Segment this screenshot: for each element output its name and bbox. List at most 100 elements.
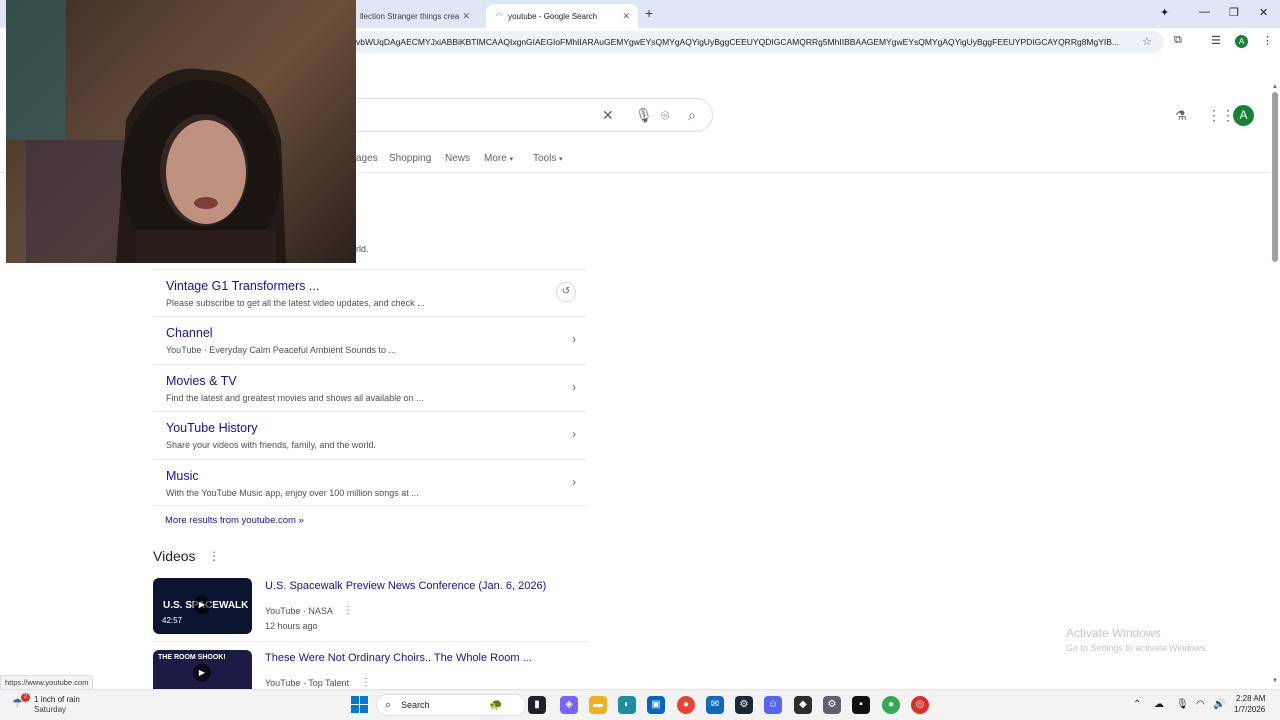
store-app-icon[interactable]: ▣ <box>647 696 665 714</box>
video-title[interactable]: These Were Not Ordinary Choirs.. The Who… <box>265 652 532 664</box>
video-thumbnail[interactable]: THE ROOM SHOOK! ▶ <box>153 650 252 689</box>
weather-summary[interactable]: 1 inch of rain <box>34 695 80 704</box>
clock-time[interactable]: 2:28 AM <box>1236 694 1265 703</box>
terminal-app-icon[interactable]: ▮ <box>528 696 546 714</box>
adobe-app-icon[interactable]: ◎ <box>911 696 929 714</box>
search-icon[interactable]: ⌕ <box>688 107 696 124</box>
start-button[interactable] <box>351 696 369 714</box>
chevron-right-icon: › <box>572 380 576 394</box>
screen: llection Stranger things crea ✕ ◠ youtub… <box>0 0 1280 720</box>
sitelink-desc: With the YouTube Music app, enjoy over 1… <box>166 488 419 498</box>
video-source: YouTube · NASA <box>265 606 333 616</box>
scroll-down-icon[interactable]: ▼ <box>1272 678 1278 684</box>
clear-icon[interactable]: ✕ <box>602 107 614 124</box>
labs-flask-icon[interactable]: ⚗ <box>1175 108 1187 124</box>
sitelink-title[interactable]: Vintage G1 Transformers ... <box>166 279 319 293</box>
sitelink-movies-tv[interactable]: Movies & TV Find the latest and greatest… <box>153 364 586 411</box>
lens-icon[interactable]: ⌾ <box>661 107 669 124</box>
chevron-down-icon: ▾ <box>559 156 563 163</box>
more-options-icon[interactable]: ⋮ <box>361 677 371 688</box>
status-bar-url: https://www.youtube.com <box>0 675 94 690</box>
copilot-app-icon[interactable]: ◈ <box>560 696 578 714</box>
wifi-icon[interactable]: ◠ <box>1196 699 1205 710</box>
steam-app-icon[interactable]: ⚙ <box>735 696 753 714</box>
more-options-icon[interactable]: ⋮ <box>343 605 353 616</box>
profile-avatar[interactable]: A <box>1235 35 1248 48</box>
video-source: YouTube · Top Talent <box>265 678 350 688</box>
scrollbar-thumb[interactable] <box>1272 92 1278 262</box>
close-window-icon[interactable]: ✕ <box>1259 6 1268 19</box>
sitelink-title[interactable]: Movies & TV <box>166 374 237 388</box>
microphone-icon[interactable]: 🎙 <box>635 107 653 124</box>
search-icon: ⌕ <box>385 699 392 711</box>
file-explorer-icon[interactable]: ▬ <box>589 696 607 714</box>
sitelink-title[interactable]: YouTube History <box>166 421 258 435</box>
tab-tools[interactable]: Tools ▾ <box>533 153 563 164</box>
tab-label: youtube - Google Search <box>508 11 598 21</box>
page-scrollbar[interactable]: ▲ ▼ <box>1270 84 1280 688</box>
discord-app-icon[interactable]: ☺ <box>764 696 782 714</box>
videos-heading: Videos <box>153 548 196 564</box>
google-account-avatar[interactable]: A <box>1233 105 1254 126</box>
video-result[interactable]: U.S. SPACEWALK ▶ 42:57 U.S. Spacewalk Pr… <box>153 578 588 638</box>
tab-stranger-things[interactable]: llection Stranger things crea ✕ <box>350 4 478 28</box>
sitelink-channel[interactable]: Channel YouTube · Everyday Calm Peaceful… <box>153 316 586 363</box>
reading-list-icon[interactable]: ☰ <box>1211 34 1221 47</box>
close-icon[interactable]: ✕ <box>462 11 470 22</box>
sitelink-desc: Share your videos with friends, family, … <box>166 440 376 450</box>
chrome-profile-icon[interactable]: ● <box>882 696 900 714</box>
settings-gear-icon[interactable]: ⚙ <box>823 696 841 714</box>
tab-images[interactable]: ages <box>356 153 378 164</box>
video-result[interactable]: THE ROOM SHOOK! ▶ These Were Not Ordinar… <box>153 650 588 689</box>
chevron-up-icon[interactable]: ⌃ <box>1133 699 1141 710</box>
google-search-box[interactable] <box>330 98 713 132</box>
taskbar-search-label: Search <box>401 700 430 710</box>
tab-youtube-search[interactable]: ◠ youtube - Google Search ✕ <box>486 4 638 28</box>
gemini-icon[interactable]: ✦ <box>1160 6 1169 19</box>
chrome-app-icon[interactable]: ● <box>677 696 695 714</box>
video-thumbnail[interactable]: U.S. SPACEWALK ▶ 42:57 <box>153 578 252 634</box>
game-app-icon[interactable]: ◆ <box>794 696 812 714</box>
outlook-app-icon[interactable]: ✉ <box>706 696 724 714</box>
tab-tools-label: Tools <box>533 153 557 164</box>
history-icon[interactable]: ↺ <box>556 282 576 302</box>
scroll-up-icon[interactable]: ▲ <box>1272 84 1278 90</box>
menu-kebab-icon[interactable]: ⋮ <box>1262 34 1273 47</box>
clock-date[interactable]: 1/7/2026 <box>1234 705 1265 714</box>
chevron-down-icon: ▾ <box>509 156 514 163</box>
taskbar-search[interactable]: ⌕ Search 🐢 <box>376 694 526 716</box>
sitelink-youtube-history[interactable]: YouTube History Share your videos with f… <box>153 411 586 458</box>
edge-browser-icon[interactable]: ◐ <box>618 696 636 714</box>
play-icon: ▶ <box>193 664 211 682</box>
video-title[interactable]: U.S. Spacewalk Preview News Conference (… <box>265 580 546 592</box>
divider <box>153 641 588 642</box>
cloud-icon[interactable]: ☁ <box>1154 699 1164 710</box>
activate-windows-subtitle: Go to Settings to activate Windows. <box>1066 643 1209 653</box>
bookmark-star-icon[interactable]: ☆ <box>1142 35 1152 48</box>
url-text[interactable]: vbWUqDAgAECMYJxiABBiKBTIMCAAQIxgnGIAEGIo… <box>356 37 1136 47</box>
sitelink-desc: Find the latest and greatest movies and … <box>166 393 424 403</box>
close-icon[interactable]: ✕ <box>622 11 630 22</box>
restore-icon[interactable]: ❐ <box>1229 6 1239 19</box>
sitelink-music[interactable]: Music With the YouTube Music app, enjoy … <box>153 459 586 506</box>
address-bar[interactable]: vbWUqDAgAECMYJxiABBiKBTIMCAAQIxgnGIAEGIo… <box>300 31 1164 53</box>
chevron-right-icon: › <box>572 332 576 346</box>
tab-news[interactable]: News <box>445 153 470 164</box>
sitelink-desc: Please subscribe to get all the latest v… <box>166 298 425 308</box>
tab-more[interactable]: More ▾ <box>484 153 513 164</box>
tab-label: llection Stranger things crea <box>360 11 460 21</box>
loading-icon: ◠ <box>496 13 503 20</box>
minimize-icon[interactable]: — <box>1199 6 1210 18</box>
more-options-icon[interactable]: ⋮ <box>208 549 220 563</box>
sitelink-title[interactable]: Channel <box>166 326 213 340</box>
microphone-icon[interactable]: 🎙 <box>1176 699 1189 710</box>
new-tab-icon[interactable]: + <box>645 5 653 21</box>
sitelink-vintage-g1[interactable]: Vintage G1 Transformers ... Please subsc… <box>153 269 586 316</box>
capcut-app-icon[interactable]: ▪ <box>852 696 870 714</box>
volume-icon[interactable]: 🔊 <box>1213 699 1225 710</box>
more-results-link[interactable]: More results from youtube.com » <box>165 515 304 526</box>
webcam-person-illustration <box>6 0 286 263</box>
sitelink-title[interactable]: Music <box>166 469 199 483</box>
cast-icon[interactable]: ⧉ <box>1174 34 1182 47</box>
tab-shopping[interactable]: Shopping <box>389 153 431 164</box>
